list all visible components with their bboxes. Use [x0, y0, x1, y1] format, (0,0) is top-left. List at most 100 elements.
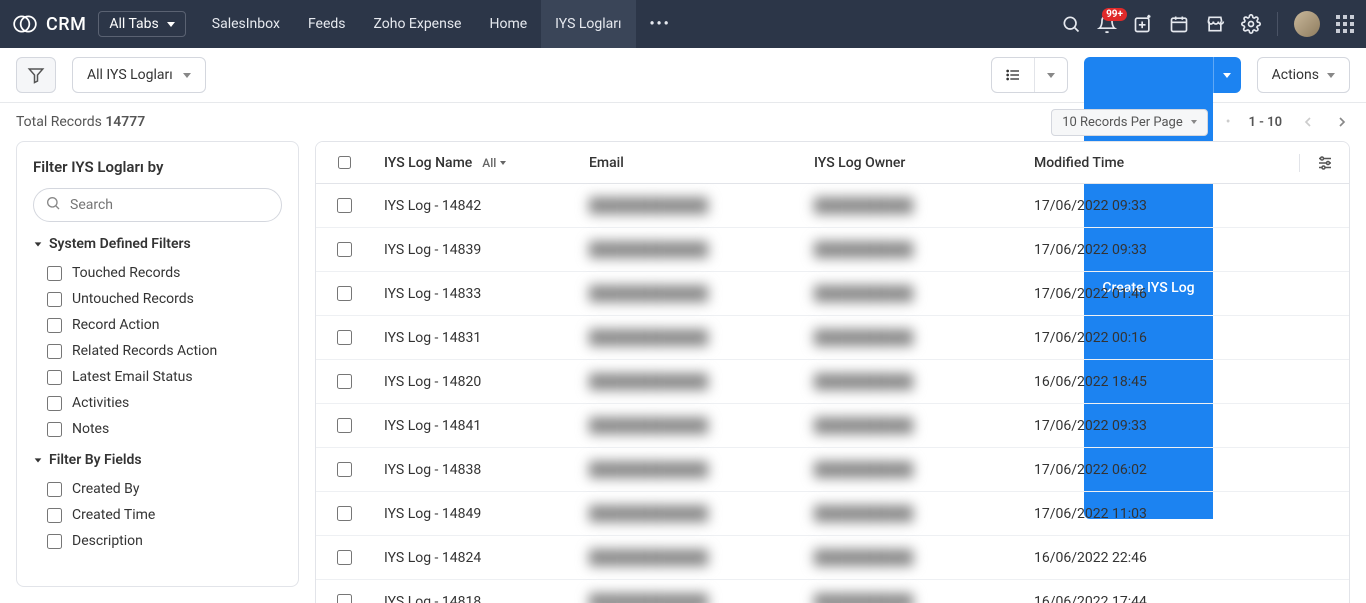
nav-item[interactable]: Feeds: [294, 0, 360, 48]
filter-option[interactable]: Created By: [33, 476, 282, 502]
table-row[interactable]: IYS Log - 14824██████████████████████16/…: [316, 536, 1349, 580]
nav-more-button[interactable]: •••: [636, 16, 685, 32]
cell-name: IYS Log - 14838: [372, 462, 577, 478]
list-layout-button[interactable]: [992, 58, 1035, 92]
table-row[interactable]: IYS Log - 14841██████████████████████17/…: [316, 404, 1349, 448]
search-icon: [45, 195, 61, 215]
table-row[interactable]: IYS Log - 14842██████████████████████17/…: [316, 184, 1349, 228]
filter-option[interactable]: Activities: [33, 390, 282, 416]
per-page-selector[interactable]: 10 Records Per Page: [1051, 109, 1208, 136]
filter-option[interactable]: Notes: [33, 416, 282, 442]
nav-item[interactable]: Zoho Expense: [360, 0, 476, 48]
row-checkbox[interactable]: [337, 198, 352, 213]
filter-option-label: Record Action: [72, 317, 160, 333]
calendar-icon[interactable]: [1169, 14, 1189, 34]
notifications-icon[interactable]: 99+: [1097, 14, 1117, 34]
cell-time: 17/06/2022 06:02: [1022, 462, 1299, 478]
col-header-name[interactable]: IYS Log Name All: [372, 155, 577, 171]
filter-checkbox[interactable]: [47, 422, 62, 437]
col-header-time[interactable]: Modified Time: [1022, 155, 1299, 171]
row-checkbox[interactable]: [337, 242, 352, 257]
all-tabs-dropdown[interactable]: All Tabs: [98, 11, 185, 37]
cell-time: 16/06/2022 17:44: [1022, 594, 1299, 603]
filter-toggle-button[interactable]: [16, 57, 56, 93]
brand[interactable]: CRM: [12, 11, 86, 37]
filter-option-label: Description: [72, 533, 143, 549]
filter-option[interactable]: Created Time: [33, 502, 282, 528]
filter-checkbox[interactable]: [47, 534, 62, 549]
table-row[interactable]: IYS Log - 14838██████████████████████17/…: [316, 448, 1349, 492]
cell-time: 17/06/2022 01:46: [1022, 286, 1299, 302]
filter-checkbox[interactable]: [47, 482, 62, 497]
filter-checkbox[interactable]: [47, 344, 62, 359]
page-range-separator: •: [1226, 114, 1231, 130]
table-row[interactable]: IYS Log - 14833██████████████████████17/…: [316, 272, 1349, 316]
filter-search: [33, 188, 282, 222]
filter-option[interactable]: Touched Records: [33, 260, 282, 286]
row-select-cell: [316, 242, 372, 257]
filter-option[interactable]: Record Action: [33, 312, 282, 338]
filter-checkbox[interactable]: [47, 370, 62, 385]
create-dropdown-button[interactable]: [1213, 57, 1241, 93]
filter-panel: Filter IYS Logları by System Defined Fil…: [16, 141, 299, 587]
nav-item[interactable]: SalesInbox: [198, 0, 294, 48]
table-row[interactable]: IYS Log - 14839██████████████████████17/…: [316, 228, 1349, 272]
cell-name: IYS Log - 14841: [372, 418, 577, 434]
filter-group-fields: Filter By Fields Created By Created Time D…: [33, 452, 282, 554]
create-icon[interactable]: [1133, 14, 1153, 34]
filter-checkbox[interactable]: [47, 508, 62, 523]
filter-option[interactable]: Description: [33, 528, 282, 554]
avatar[interactable]: [1294, 11, 1320, 37]
row-checkbox[interactable]: [337, 506, 352, 521]
filter-checkbox[interactable]: [47, 266, 62, 281]
next-page-button[interactable]: [1334, 114, 1350, 130]
search-icon[interactable]: [1061, 14, 1081, 34]
table-row[interactable]: IYS Log - 14818██████████████████████16/…: [316, 580, 1349, 603]
row-select-cell: [316, 506, 372, 521]
view-selector[interactable]: All IYS Logları: [72, 57, 206, 93]
row-checkbox[interactable]: [337, 374, 352, 389]
filter-option-label: Created By: [72, 481, 139, 497]
row-checkbox[interactable]: [337, 594, 352, 603]
filter-checkbox[interactable]: [47, 396, 62, 411]
row-checkbox[interactable]: [337, 462, 352, 477]
col-header-owner[interactable]: IYS Log Owner: [802, 155, 1022, 171]
cell-email: ████████████: [577, 373, 802, 390]
name-filter-pill[interactable]: All: [482, 156, 506, 170]
cell-email: ████████████: [577, 241, 802, 258]
filter-checkbox[interactable]: [47, 292, 62, 307]
marketplace-icon[interactable]: [1205, 14, 1225, 34]
table-settings-button[interactable]: [1299, 154, 1349, 172]
row-select-cell: [316, 286, 372, 301]
select-all-checkbox[interactable]: [338, 156, 351, 169]
cell-time: 17/06/2022 09:33: [1022, 198, 1299, 214]
nav-item[interactable]: Home: [475, 0, 541, 48]
brand-logo-icon: [12, 11, 38, 37]
row-checkbox[interactable]: [337, 286, 352, 301]
caret-down-icon: [1327, 73, 1335, 78]
filter-group-header[interactable]: Filter By Fields: [33, 452, 282, 468]
nav-item[interactable]: IYS Logları: [541, 0, 635, 48]
settings-icon[interactable]: [1241, 14, 1261, 34]
layout-dropdown-button[interactable]: [1035, 58, 1067, 92]
filter-search-input[interactable]: [33, 188, 282, 222]
nav-items: SalesInboxFeedsZoho ExpenseHomeIYS Logla…: [198, 0, 636, 48]
filter-option[interactable]: Related Records Action: [33, 338, 282, 364]
row-checkbox[interactable]: [337, 550, 352, 565]
prev-page-button[interactable]: [1300, 114, 1316, 130]
row-checkbox[interactable]: [337, 330, 352, 345]
filter-option[interactable]: Latest Email Status: [33, 364, 282, 390]
actions-button[interactable]: Actions: [1257, 57, 1350, 93]
table-row[interactable]: IYS Log - 14849██████████████████████17/…: [316, 492, 1349, 536]
top-nav: CRM All Tabs SalesInboxFeedsZoho Expense…: [0, 0, 1366, 48]
filter-option[interactable]: Untouched Records: [33, 286, 282, 312]
apps-grid-icon[interactable]: [1336, 15, 1354, 33]
table-row[interactable]: IYS Log - 14831██████████████████████17/…: [316, 316, 1349, 360]
cell-owner: ██████████: [802, 505, 1022, 522]
row-checkbox[interactable]: [337, 418, 352, 433]
cell-owner: ██████████: [802, 593, 1022, 603]
table-row[interactable]: IYS Log - 14820██████████████████████16/…: [316, 360, 1349, 404]
filter-group-header[interactable]: System Defined Filters: [33, 236, 282, 252]
filter-checkbox[interactable]: [47, 318, 62, 333]
col-header-email[interactable]: Email: [577, 155, 802, 171]
